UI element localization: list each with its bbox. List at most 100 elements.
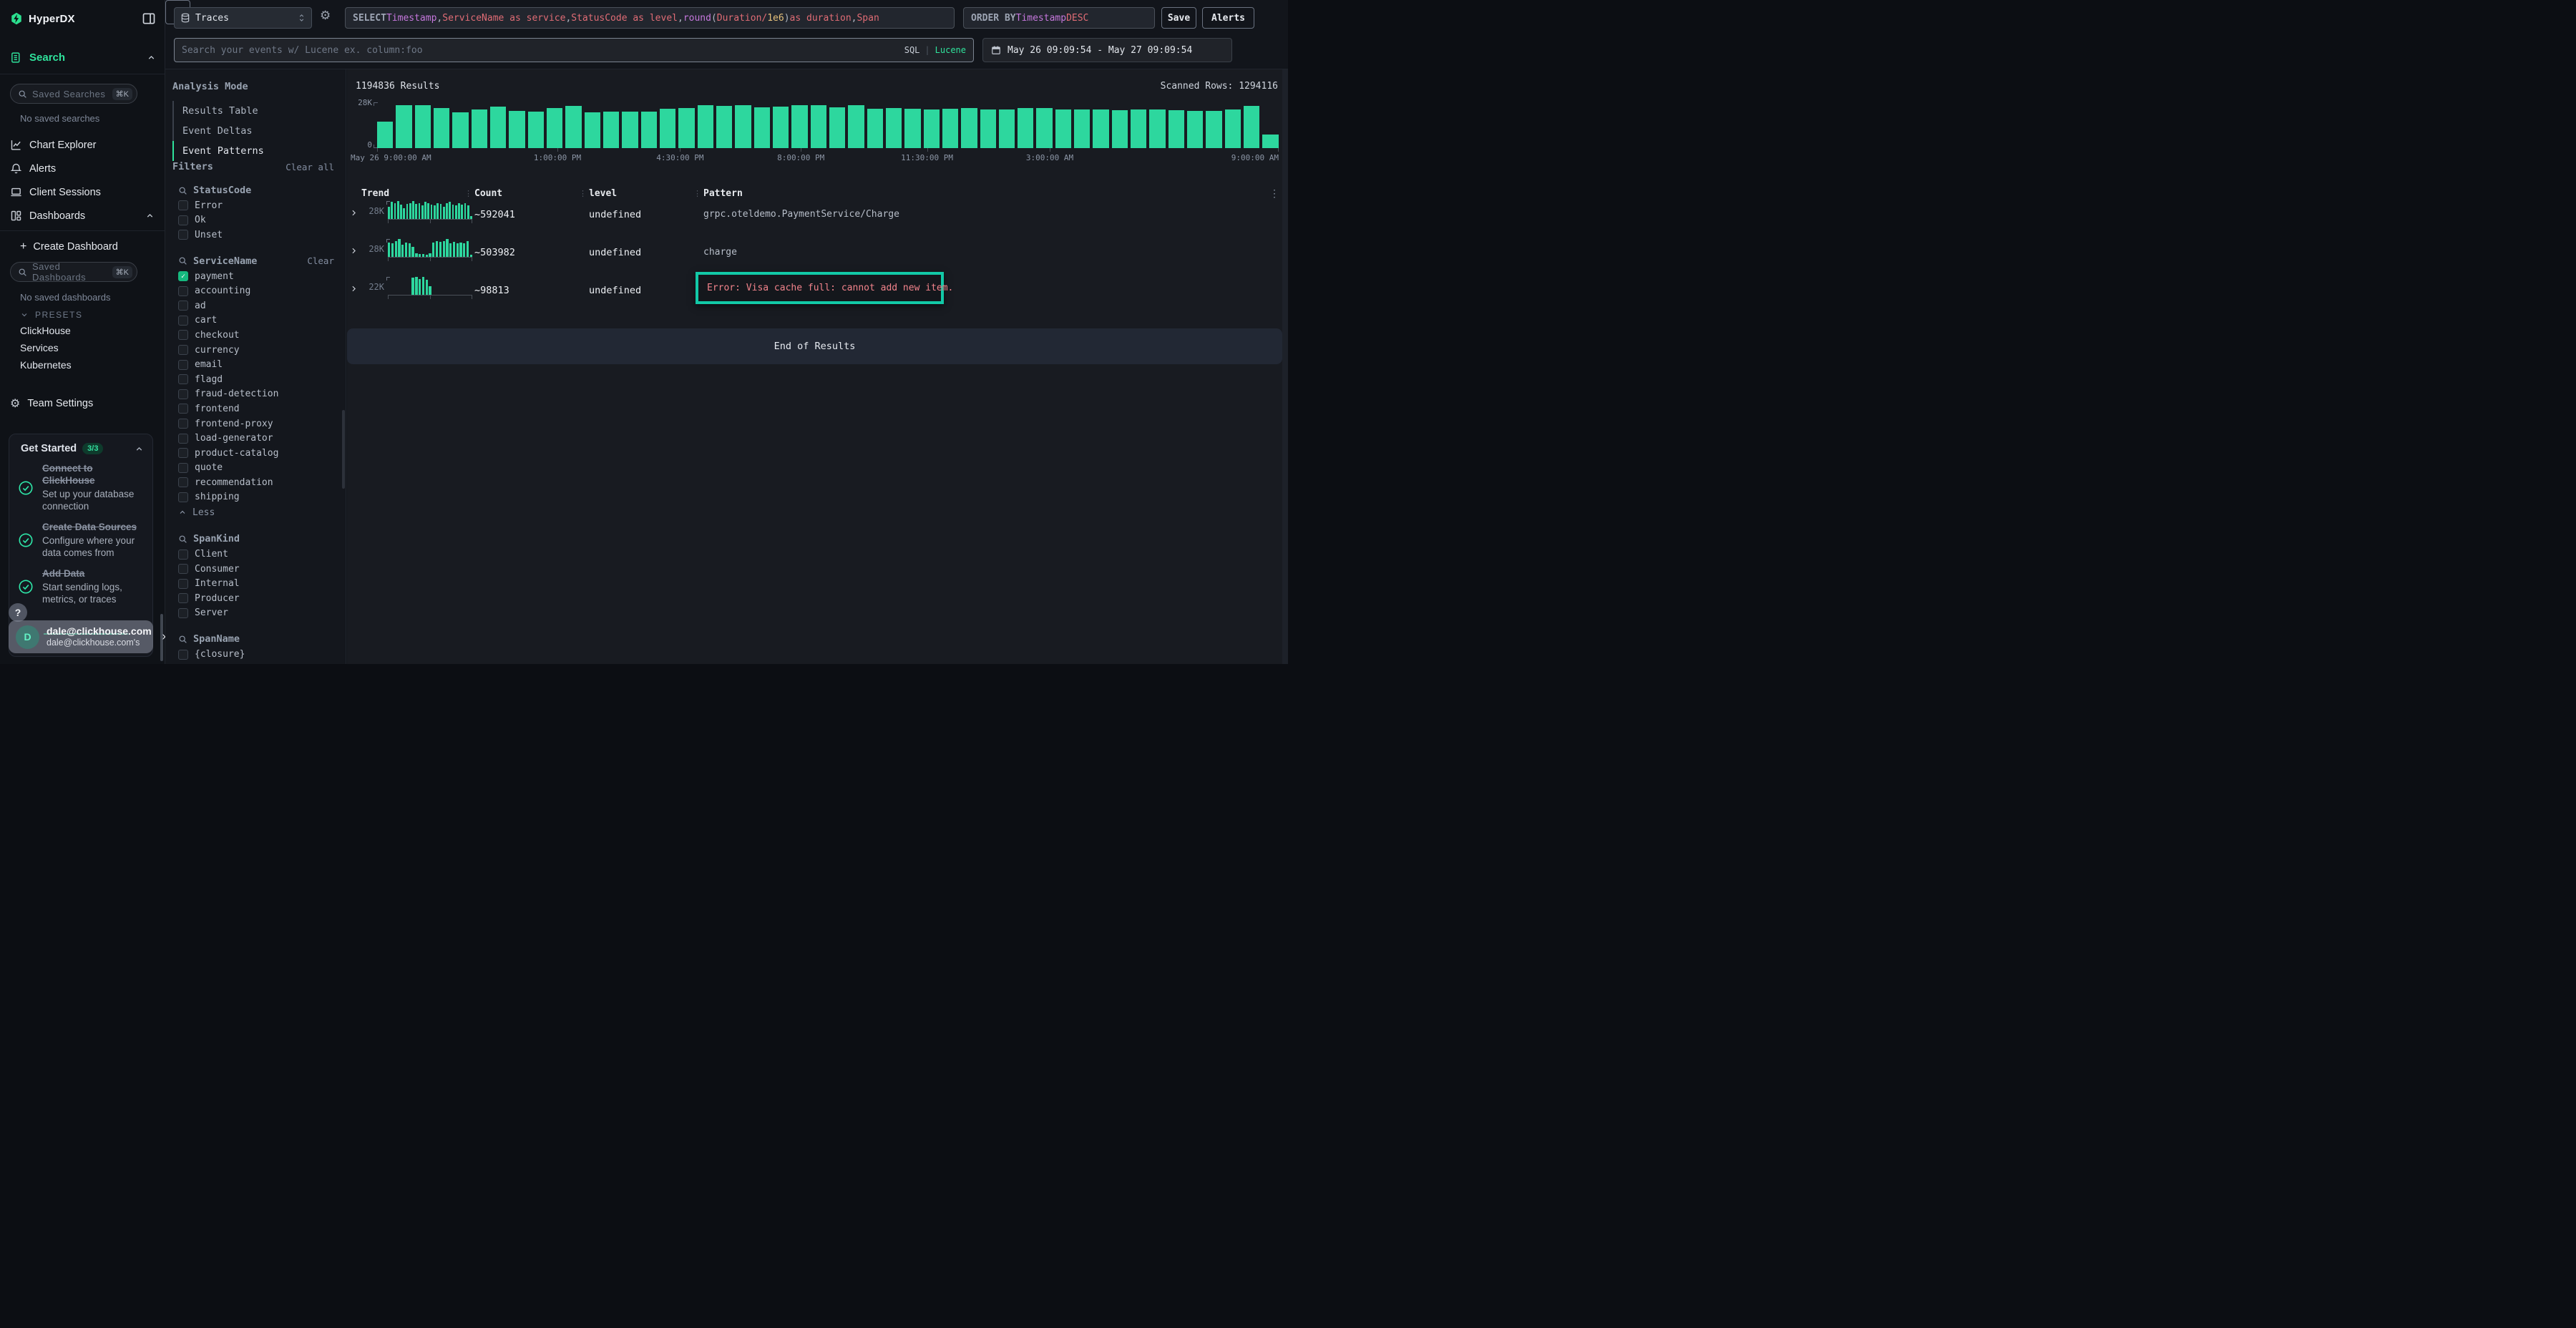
sql-toggle[interactable]: SQL xyxy=(904,45,920,55)
sidebar-item-chart-explorer[interactable]: Chart Explorer xyxy=(0,133,165,157)
results-histogram[interactable] xyxy=(377,102,1279,148)
checkbox[interactable] xyxy=(178,345,188,355)
search-input[interactable]: Search your events w/ Lucene ex. column:… xyxy=(174,38,974,62)
checkbox[interactable] xyxy=(178,448,188,458)
filter-option-shipping[interactable]: shipping xyxy=(165,490,346,505)
filter-option-cart[interactable]: cart xyxy=(165,313,346,328)
checkbox[interactable] xyxy=(178,301,188,311)
chevron-up-icon[interactable] xyxy=(135,444,144,454)
sidebar-item-search[interactable]: Search xyxy=(10,47,156,67)
checkbox[interactable] xyxy=(178,579,188,589)
sidebar-item-client-sessions[interactable]: Client Sessions xyxy=(0,180,165,204)
chevron-up-icon[interactable] xyxy=(145,211,155,220)
get-started-item[interactable]: Create Data SourcesConfigure where your … xyxy=(18,522,147,559)
user-menu[interactable]: D dale@clickhouse.com dale@clickhouse.co… xyxy=(9,620,153,653)
create-dashboard-button[interactable]: + Create Dashboard xyxy=(0,236,165,258)
sidebar-item-alerts[interactable]: Alerts xyxy=(0,157,165,180)
checkbox[interactable] xyxy=(178,463,188,473)
filter-option-ok[interactable]: Ok xyxy=(165,213,346,228)
filter-option-currency[interactable]: currency xyxy=(165,343,346,358)
analysis-mode-results-table[interactable]: Results Table xyxy=(172,101,338,121)
lucene-toggle[interactable]: Lucene xyxy=(935,45,966,55)
save-button[interactable]: Save xyxy=(1161,7,1196,29)
checkbox[interactable] xyxy=(178,550,188,560)
checkbox[interactable] xyxy=(178,389,188,399)
clear-all-button[interactable]: Clear all xyxy=(286,162,334,172)
pattern-row[interactable]: 22K~98813undefinedError: Visa cache full… xyxy=(347,271,1282,309)
filter-option-product-catalog[interactable]: product-catalog xyxy=(165,446,346,461)
pattern-row[interactable]: 28K~503982undefinedcharge xyxy=(347,233,1282,271)
preset-item-clickhouse[interactable]: ClickHouse xyxy=(0,322,165,339)
filter-option-checkout[interactable]: checkout xyxy=(165,328,346,343)
filter-option-server[interactable]: Server xyxy=(165,606,346,621)
source-settings-gear-icon[interactable]: ⚙ xyxy=(320,9,331,23)
date-range-picker[interactable]: May 26 09:09:54 - May 27 09:09:54 xyxy=(982,38,1232,62)
checkbox[interactable] xyxy=(178,564,188,574)
filter-option-frontend[interactable]: frontend xyxy=(165,401,346,416)
search-icon[interactable] xyxy=(178,534,187,544)
preset-item-services[interactable]: Services xyxy=(0,339,165,356)
pattern-row[interactable]: 28K~592041undefinedgrpc.oteldemo.Payment… xyxy=(347,195,1282,233)
sql-select-editor[interactable]: SELECT Timestamp, ServiceName as service… xyxy=(345,7,955,29)
search-icon[interactable] xyxy=(178,186,187,195)
checkbox[interactable] xyxy=(178,215,188,225)
filter-option-consumer[interactable]: Consumer xyxy=(165,562,346,577)
get-started-item[interactable]: Connect to ClickHouseSet up your databas… xyxy=(18,463,147,512)
checkbox[interactable] xyxy=(178,360,188,370)
filter-option-email[interactable]: email xyxy=(165,357,346,372)
saved-searches-input[interactable]: Saved Searches ⌘K xyxy=(10,84,137,104)
presets-toggle[interactable]: PRESETS xyxy=(20,308,83,322)
analysis-mode-event-deltas[interactable]: Event Deltas xyxy=(172,121,338,141)
checkbox[interactable] xyxy=(178,419,188,429)
clear-filter-button[interactable]: Clear xyxy=(307,255,334,266)
filter-option-ad[interactable]: ad xyxy=(165,298,346,313)
filter-option-quote[interactable]: quote xyxy=(165,461,346,476)
checkbox[interactable] xyxy=(178,200,188,210)
checkbox[interactable] xyxy=(178,492,188,502)
checkbox[interactable]: ✓ xyxy=(178,271,188,281)
checkbox[interactable] xyxy=(178,230,188,240)
order-by-editor[interactable]: ORDER BY Timestamp DESC xyxy=(963,7,1155,29)
filter-option-error[interactable]: Error xyxy=(165,198,346,213)
filters-scrollbar[interactable] xyxy=(342,410,345,489)
sidebar-item-dashboards[interactable]: Dashboards xyxy=(0,204,165,228)
help-button[interactable]: ? xyxy=(9,603,27,622)
chevron-up-icon[interactable] xyxy=(147,53,156,62)
filter-option-recommendation[interactable]: recommendation xyxy=(165,475,346,490)
checkbox[interactable] xyxy=(178,434,188,444)
checkbox[interactable] xyxy=(178,593,188,603)
checkbox[interactable] xyxy=(178,650,188,660)
checkbox[interactable] xyxy=(178,608,188,618)
filter-option-flagd[interactable]: flagd xyxy=(165,372,346,387)
filter-option-producer[interactable]: Producer xyxy=(165,591,346,606)
search-icon[interactable] xyxy=(178,635,187,644)
search-icon[interactable] xyxy=(178,256,187,265)
filter-option-internal[interactable]: Internal xyxy=(165,576,346,591)
checkbox[interactable] xyxy=(178,286,188,296)
results-scrollbar-gutter[interactable] xyxy=(1282,69,1288,664)
checkbox[interactable] xyxy=(178,477,188,487)
collapse-less-button[interactable]: Less xyxy=(165,504,346,520)
filter-option-client[interactable]: Client xyxy=(165,547,346,562)
sidebar-item-team-settings[interactable]: ⚙ Team Settings xyxy=(0,394,165,414)
filter-option-payment[interactable]: ✓payment xyxy=(165,269,346,284)
filter-option-frontend-proxy[interactable]: frontend-proxy xyxy=(165,416,346,431)
filter-option-flagd-evaluation-v1-se[interactable]: /flagd.evaluation.v1.Se… xyxy=(165,662,346,664)
collapse-sidebar-icon[interactable] xyxy=(142,11,156,26)
get-started-item[interactable]: Add DataStart sending logs, metrics, or … xyxy=(18,568,147,605)
analysis-mode-event-patterns[interactable]: Event Patterns xyxy=(172,141,338,161)
filter-option-accounting[interactable]: accounting xyxy=(165,283,346,298)
filter-option-load-generator[interactable]: load-generator xyxy=(165,431,346,446)
get-started-header[interactable]: Get Started 3/3 xyxy=(21,443,144,454)
checkbox[interactable] xyxy=(178,316,188,326)
saved-dashboards-input[interactable]: Saved Dashboards ⌘K xyxy=(10,262,137,282)
filter-option-closure[interactable]: {closure} xyxy=(165,647,346,662)
checkbox[interactable] xyxy=(178,374,188,384)
alerts-button[interactable]: Alerts xyxy=(1202,7,1254,29)
filter-option-fraud-detection[interactable]: fraud-detection xyxy=(165,387,346,402)
source-select[interactable]: Traces xyxy=(174,7,312,29)
filter-option-unset[interactable]: Unset xyxy=(165,228,346,243)
checkbox[interactable] xyxy=(178,404,188,414)
checkbox[interactable] xyxy=(178,330,188,340)
sidebar-scrollbar[interactable] xyxy=(160,614,163,661)
